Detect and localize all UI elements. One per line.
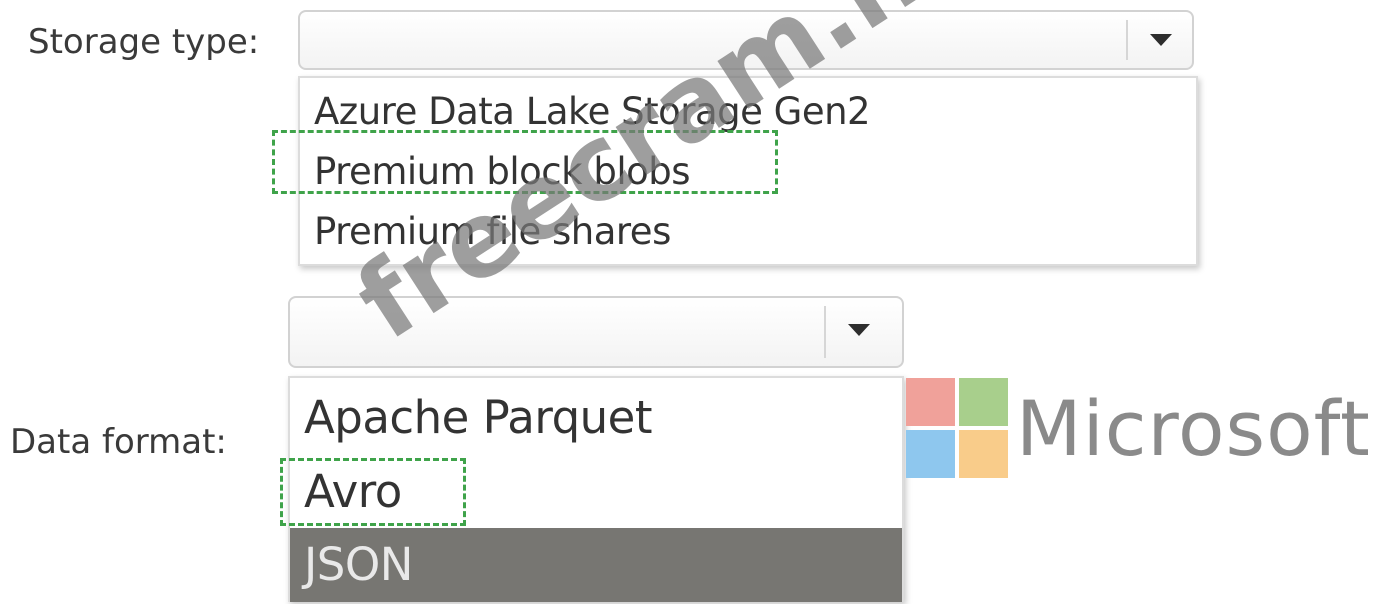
microsoft-logo-icon [906, 378, 1008, 478]
select-separator [1126, 20, 1128, 60]
data-format-label: Data format: [10, 422, 227, 462]
logo-square-blue [906, 430, 955, 478]
chevron-down-icon[interactable] [1150, 34, 1172, 46]
chevron-down-icon[interactable] [848, 324, 870, 336]
format-option-apache-parquet[interactable]: Apache Parquet [290, 382, 902, 454]
select-separator [824, 306, 826, 358]
logo-square-green [959, 378, 1008, 426]
logo-square-red [906, 378, 955, 426]
answer-marker-format [280, 458, 466, 526]
storage-type-label: Storage type: [28, 22, 260, 62]
exam-question-area: Storage type: Azure Data Lake Storage Ge… [0, 0, 1379, 604]
format-option-json[interactable]: JSON [290, 528, 902, 602]
logo-square-yellow [959, 430, 1008, 478]
microsoft-wordmark: Microsoft [1016, 384, 1371, 473]
